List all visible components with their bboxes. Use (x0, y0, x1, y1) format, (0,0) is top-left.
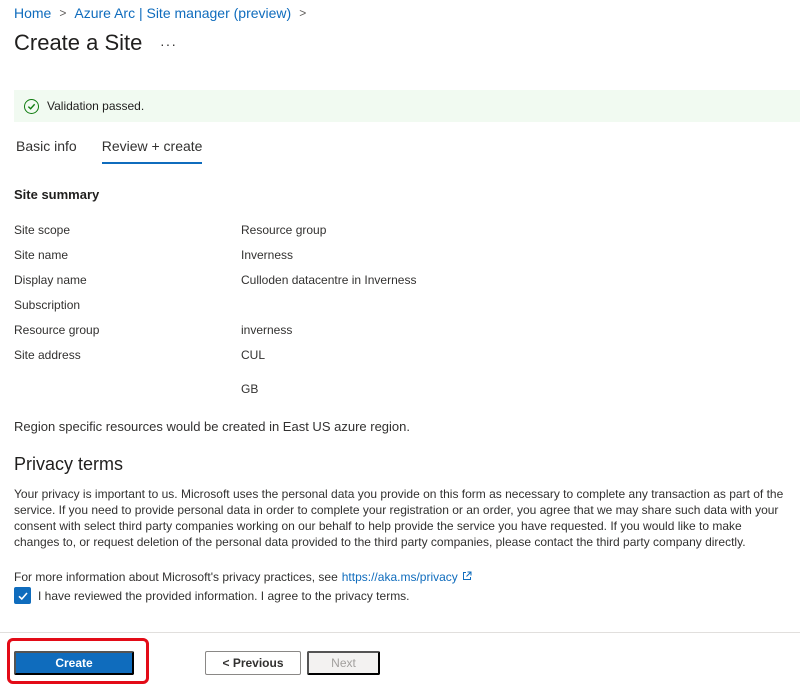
breadcrumb-separator: > (299, 6, 307, 20)
summary-value: Resource group (241, 223, 327, 237)
success-check-icon (24, 98, 39, 114)
privacy-agree-label[interactable]: I have reviewed the provided information… (38, 589, 410, 603)
tab-review-create[interactable]: Review + create (101, 138, 203, 164)
privacy-terms-heading: Privacy terms (14, 454, 124, 474)
region-note: Region specific resources would be creat… (14, 419, 410, 434)
summary-label: Site address (14, 348, 81, 362)
tab-basic-info[interactable]: Basic info (16, 138, 77, 164)
site-summary-title: Site summary (14, 187, 100, 202)
external-link-icon (462, 570, 472, 584)
previous-button[interactable]: < Previous (205, 651, 301, 675)
privacy-more-info: For more information about Microsoft's p… (14, 570, 472, 584)
summary-value: inverness (241, 323, 293, 337)
breadcrumb-site-manager-link[interactable]: Azure Arc | Site manager (preview) (74, 5, 291, 21)
privacy-agree-checkbox[interactable] (14, 587, 31, 604)
breadcrumb-separator: > (59, 6, 67, 20)
tab-list: Basic info Review + create (16, 138, 227, 164)
summary-value: GB (241, 382, 259, 396)
footer-divider (0, 632, 800, 633)
summary-label: Subscription (14, 298, 81, 312)
checkmark-icon (17, 591, 28, 600)
next-button: Next (307, 651, 380, 675)
create-button[interactable]: Create (14, 651, 134, 675)
breadcrumb-home-link[interactable]: Home (14, 5, 51, 21)
privacy-link[interactable]: https://aka.ms/privacy (342, 570, 458, 584)
validation-banner: Validation passed. (14, 90, 800, 122)
summary-label: Site scope (14, 223, 71, 237)
summary-value: CUL (241, 348, 266, 362)
validation-message: Validation passed. (47, 99, 145, 113)
summary-value: Inverness (241, 248, 294, 262)
summary-label: Display name (14, 273, 87, 287)
privacy-agree-row: I have reviewed the provided information… (14, 587, 410, 604)
summary-label: Site name (14, 248, 69, 262)
more-options-button[interactable]: ··· (160, 36, 177, 52)
breadcrumb: Home > Azure Arc | Site manager (preview… (14, 5, 314, 21)
privacy-more-info-text: For more information about Microsoft's p… (14, 570, 338, 584)
summary-value: Culloden datacentre in Inverness (241, 273, 417, 287)
summary-label: Resource group (14, 323, 100, 337)
page-title: Create a Site (14, 30, 143, 55)
privacy-terms-text: Your privacy is important to us. Microso… (14, 487, 784, 549)
